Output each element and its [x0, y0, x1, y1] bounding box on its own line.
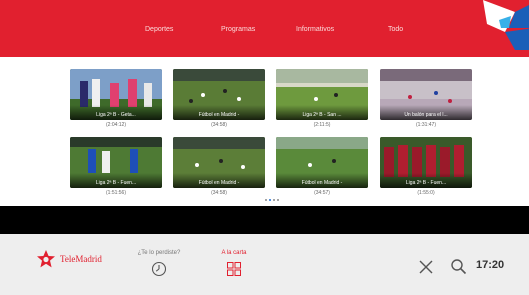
video-title: Liga 2ª B - Geta... — [96, 112, 136, 118]
video-thumbnail: Liga 2ª B - San ... — [276, 69, 368, 120]
top-navigation-bar: Deportes Programas Informativos Todo — [0, 0, 529, 57]
video-duration: (34:58) — [211, 122, 227, 128]
pager-dot — [265, 199, 267, 201]
video-card[interactable]: Liga 2ª B - Fuen... (1:55:0) — [380, 137, 472, 196]
video-thumbnail: Fútbol en Madrid - — [173, 137, 265, 188]
clock-icon — [151, 261, 167, 277]
video-card[interactable]: Liga 2ª B - San ... (2:11:5) — [276, 69, 368, 128]
video-thumbnail: Fútbol en Madrid - — [173, 69, 265, 120]
video-thumbnail: Fútbol en Madrid - — [276, 137, 368, 188]
video-thumbnail: Liga 2ª B - Fuen... — [380, 137, 472, 188]
brand-name: TeleMadrid — [60, 254, 102, 264]
video-duration: (1:31:47) — [415, 122, 436, 128]
video-title: Fútbol en Madrid - — [301, 180, 343, 186]
video-card[interactable]: Fútbol en Madrid - (34:58) — [173, 69, 265, 128]
telemadrid-star-icon — [37, 250, 55, 268]
video-thumbnail: Un balón para el l... — [380, 69, 472, 120]
a-la-carta-button[interactable]: A la carta — [209, 250, 259, 282]
video-title: Un balón para el l... — [404, 112, 448, 118]
video-title: Liga 2ª B - Fuen... — [95, 180, 137, 186]
video-title: Fútbol en Madrid - — [198, 180, 240, 186]
video-title: Liga 2ª B - San ... — [302, 112, 342, 118]
category-nav: Deportes Programas Informativos Todo — [0, 0, 480, 57]
missed-it-button[interactable]: ¿Te lo perdiste? — [128, 250, 190, 282]
telemadrid-logo: TeleMadrid — [36, 249, 126, 269]
video-card[interactable]: Liga 2ª B - Geta... (2:04:12) — [70, 69, 162, 128]
video-card[interactable]: Fútbol en Madrid - (34:57) — [276, 137, 368, 196]
missed-it-label: ¿Te lo perdiste? — [137, 250, 181, 256]
video-thumbnail: Liga 2ª B - Geta... — [70, 69, 162, 120]
clock-time: 17:20 — [476, 259, 505, 271]
nav-deportes[interactable]: Deportes — [145, 26, 173, 33]
app-screen: Deportes Programas Informativos Todo Lig… — [0, 0, 529, 295]
video-duration: (1:55:0) — [417, 190, 435, 196]
video-card[interactable]: Fútbol en Madrid - (34:58) — [173, 137, 265, 196]
video-title: Liga 2ª B - Fuen... — [405, 180, 447, 186]
page-indicator — [265, 199, 285, 203]
close-icon[interactable] — [418, 259, 434, 275]
nav-programas[interactable]: Programas — [221, 26, 255, 33]
pager-dot — [273, 199, 275, 201]
grid-icon — [227, 262, 241, 276]
a-la-carta-label: A la carta — [221, 250, 247, 256]
nav-todo[interactable]: Todo — [388, 26, 403, 33]
pager-dot — [269, 199, 271, 201]
video-thumbnail: Liga 2ª B - Fuen... — [70, 137, 162, 188]
video-duration: (34:58) — [211, 190, 227, 196]
pager-dot — [277, 199, 279, 201]
video-duration: (34:57) — [314, 190, 330, 196]
video-card[interactable]: Liga 2ª B - Fuen... (1:51:56) — [70, 137, 162, 196]
brand-star-corner-icon — [483, 0, 529, 50]
video-duration: (1:51:56) — [105, 190, 126, 196]
video-duration: (2:11:5) — [313, 122, 331, 128]
video-duration: (2:04:12) — [105, 122, 126, 128]
search-icon[interactable] — [450, 258, 467, 275]
nav-informativos[interactable]: Informativos — [296, 26, 334, 33]
video-title: Fútbol en Madrid - — [198, 112, 240, 118]
video-card[interactable]: Un balón para el l... (1:31:47) — [380, 69, 472, 128]
